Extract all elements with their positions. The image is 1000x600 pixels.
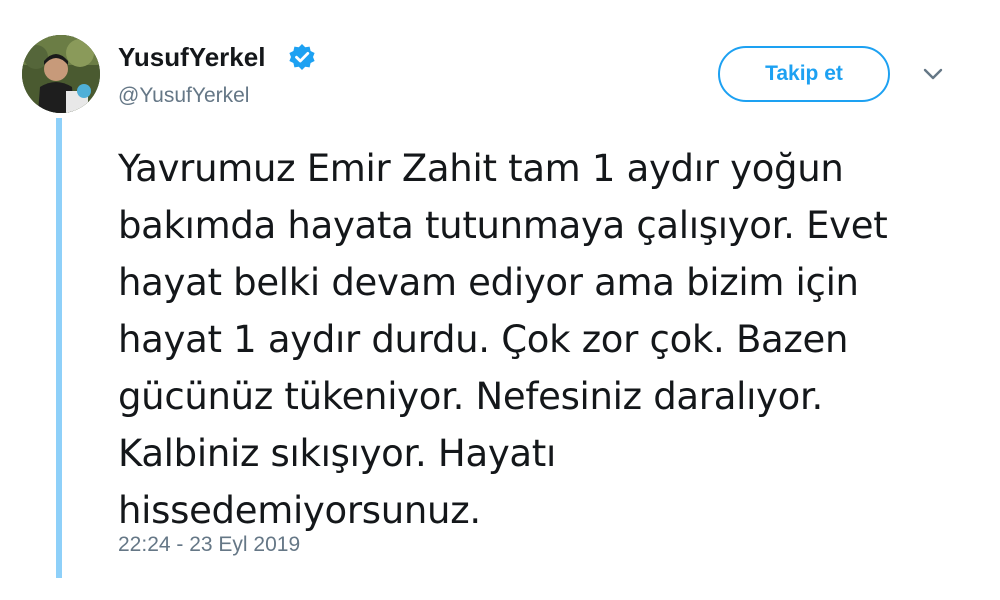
tweet-text-line: Yavrumuz Emir Zahit tam 1 aydır yoğun bbox=[118, 147, 844, 190]
thread-line bbox=[56, 118, 62, 578]
tweet-text-line: hayat 1 aydır durdu. Çok zor çok. Bazen bbox=[118, 318, 849, 361]
tweet-text-line: hayat belki devam ediyor ama bizim için bbox=[118, 261, 859, 304]
follow-button[interactable]: Takip et bbox=[718, 46, 890, 102]
chevron-down-icon[interactable] bbox=[922, 66, 944, 82]
tweet-text-line: gücünüz tükeniyor. Nefesiniz daralıyor. bbox=[118, 375, 823, 418]
tweet-card: YusufYerkel @YusufYerkel Takip et Yavrum… bbox=[0, 0, 1000, 600]
author-handle[interactable]: @YusufYerkel bbox=[118, 84, 249, 108]
tweet-text-line: Kalbiniz sıkışıyor. Hayatı bbox=[118, 432, 556, 475]
avatar[interactable] bbox=[22, 35, 100, 113]
avatar-photo bbox=[22, 35, 100, 113]
tweet-text-line: bakımda hayata tutunmaya çalışıyor. Evet bbox=[118, 204, 888, 247]
tweet-timestamp[interactable]: 22:24 - 23 Eyl 2019 bbox=[118, 533, 300, 557]
tweet-text: Yavrumuz Emir Zahit tam 1 aydır yoğun ba… bbox=[118, 140, 978, 539]
author-display-name[interactable]: YusufYerkel bbox=[118, 42, 265, 73]
verified-badge-icon bbox=[289, 44, 315, 70]
tweet-text-line: hissedemiyorsunuz. bbox=[118, 489, 481, 532]
